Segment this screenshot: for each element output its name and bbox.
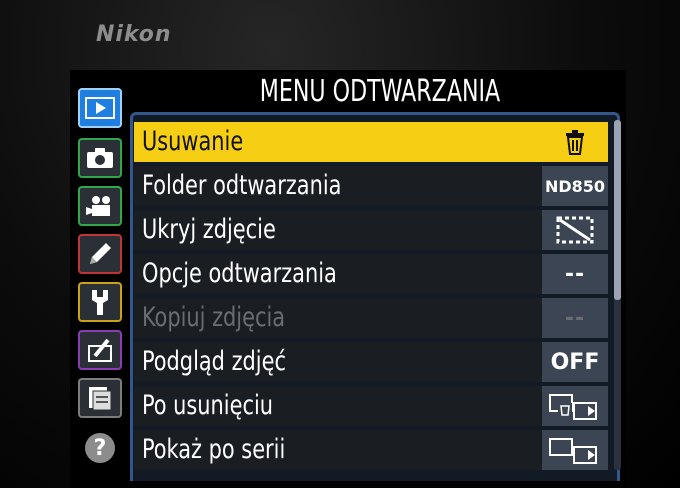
menu-item-label: Pokaż po serii [142, 434, 286, 465]
menu-item-value: ND850 [542, 166, 608, 206]
menu-item-label: Podgląd zdjęć [142, 346, 286, 377]
my-menu-icon [89, 387, 112, 411]
menu-item-playback-folder[interactable]: Folder odtwarzania ND850 [134, 166, 608, 206]
tab-custom-settings[interactable] [78, 234, 122, 274]
after-delete-icon [549, 394, 597, 420]
hidden-frame-icon [556, 216, 594, 244]
menu-item-label: Ukryj zdjęcie [142, 214, 276, 245]
menu-item-hide-image[interactable]: Ukryj zdjęcie [134, 210, 608, 250]
menu-item-value: -- [542, 254, 608, 294]
menu-item-copy-images: Kopiuj zdjęcia -- [134, 298, 608, 338]
menu-item-value [542, 430, 608, 470]
menu-title: MENU ODTWARZANIA [259, 74, 501, 109]
menu-item-value: OFF [542, 342, 608, 382]
tab-photo-shooting[interactable] [78, 138, 122, 178]
menu-item-label: Kopiuj zdjęcia [142, 302, 286, 333]
menu-item-label: Usuwanie [142, 126, 244, 157]
menu-item-value [542, 386, 608, 426]
menu-item-playback-options[interactable]: Opcje odtwarzania -- [134, 254, 608, 294]
camera-icon [87, 148, 113, 168]
trash-icon [566, 130, 584, 155]
brand-logo: Nikon [96, 22, 172, 47]
menu-item-value [542, 122, 608, 162]
after-burst-icon [549, 438, 597, 464]
tab-playback[interactable] [78, 88, 122, 128]
menu-item-label: Opcje odtwarzania [142, 258, 337, 289]
menu-item-after-delete[interactable]: Po usunięciu [134, 386, 608, 426]
tab-retouch[interactable] [78, 330, 122, 370]
retouch-icon [88, 338, 112, 362]
menu-item-delete[interactable]: Usuwanie [134, 122, 608, 162]
tab-my-menu[interactable] [78, 378, 122, 418]
tab-movie-shooting[interactable] [78, 186, 122, 226]
menu-item-label: Po usunięciu [142, 390, 273, 421]
wrench-icon [92, 290, 108, 315]
tab-setup[interactable] [78, 282, 122, 322]
pencil-icon [90, 243, 111, 264]
menu-item-value [542, 210, 608, 250]
menu-item-image-review[interactable]: Podgląd zdjęć OFF [134, 342, 608, 382]
help-icon: ? [85, 433, 115, 463]
tab-help[interactable]: ? [78, 428, 122, 468]
playback-icon [85, 97, 115, 119]
menu-scrollbar[interactable] [614, 120, 621, 470]
movie-camera-icon [86, 196, 110, 216]
scrollbar-thumb[interactable] [614, 120, 621, 300]
menu-item-after-burst[interactable]: Pokaż po serii [134, 430, 608, 470]
menu-item-label: Folder odtwarzania [142, 170, 342, 201]
menu-item-value: -- [542, 298, 608, 338]
